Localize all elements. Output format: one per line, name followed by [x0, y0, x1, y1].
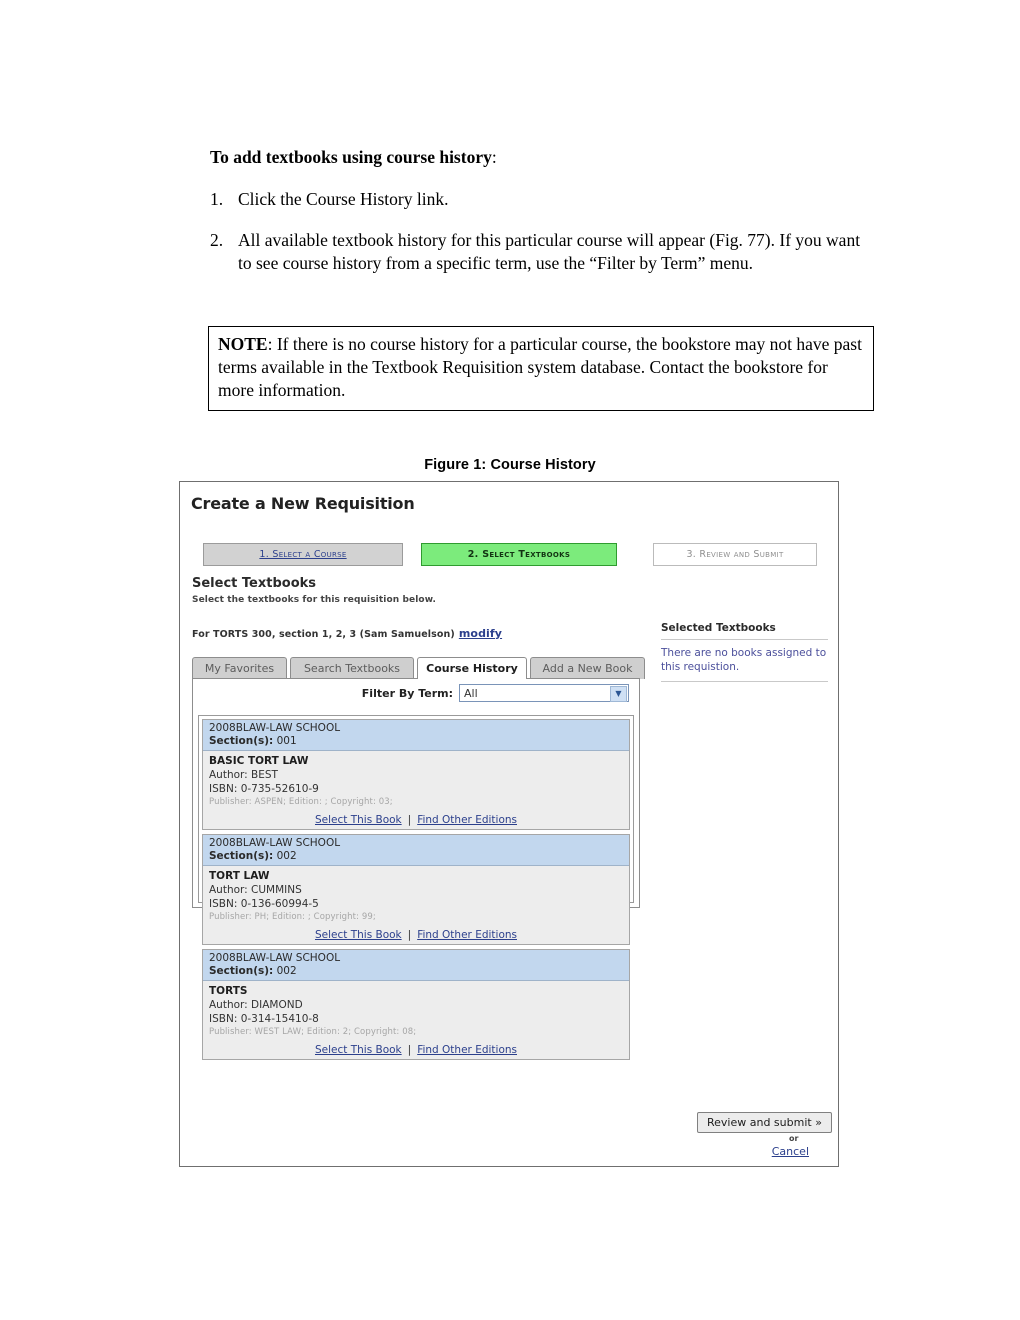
action-separator: | — [407, 1044, 412, 1057]
book-card-header: 2008BLAW-LAW SCHOOL Section(s): 002 — [203, 835, 629, 867]
note-label: NOTE — [218, 334, 268, 354]
filter-by-term-row: Filter By Term: All ▼ — [193, 683, 629, 703]
book-card-actions: Select This Book | Find Other Editions — [203, 925, 629, 944]
book-isbn: ISBN: 0-314-15410-8 — [209, 1012, 319, 1025]
selected-textbooks-panel: Selected Textbooks There are no books as… — [661, 622, 828, 683]
book-author: Author: CUMMINS — [209, 883, 302, 896]
textbook-source-tabs: My Favorites Search Textbooks Course His… — [192, 657, 645, 679]
tab-label: Course History — [426, 662, 518, 675]
book-section-label: Section(s): — [209, 965, 274, 978]
book-isbn: ISBN: 0-136-60994-5 — [209, 897, 319, 910]
action-separator: | — [407, 814, 412, 827]
book-section-label: Section(s): — [209, 735, 274, 748]
figure-caption: Figure 1: Course History — [424, 457, 596, 473]
select-this-book-link[interactable]: Select This Book — [315, 1044, 402, 1056]
tab-label: Add a New Book — [542, 662, 633, 675]
tab-label: My Favorites — [204, 662, 275, 675]
selected-textbooks-title: Selected Textbooks — [661, 622, 776, 634]
book-section-label: Section(s): — [209, 850, 274, 863]
book-card-body: BASIC TORT LAW Author: BEST ISBN: 0-735-… — [203, 751, 629, 810]
wizard-steps: 1. Select a Course 2. Select Textbooks 3… — [203, 543, 817, 566]
screenshot-figure: Create a New Requisition 1. Select a Cou… — [179, 481, 839, 1167]
note-box: NOTE: If there is no course history for … — [208, 326, 874, 412]
book-title: TORT LAW — [209, 870, 270, 883]
divider — [661, 681, 828, 683]
book-card: 2008BLAW-LAW SCHOOL Section(s): 001 BASI… — [202, 719, 630, 831]
book-card-actions: Select This Book | Find Other Editions — [203, 810, 629, 829]
book-card-body: TORT LAW Author: CUMMINS ISBN: 0-136-609… — [203, 866, 629, 925]
chevron-down-icon[interactable]: ▼ — [610, 686, 627, 702]
tab-label: Search Textbooks — [303, 662, 401, 675]
filter-by-term-select[interactable]: All ▼ — [459, 684, 629, 702]
list-item-number: 2. — [210, 230, 224, 251]
book-card: 2008BLAW-LAW SCHOOL Section(s): 002 TORT… — [202, 834, 630, 946]
tab-course-history[interactable]: Course History — [417, 657, 527, 679]
or-label: or — [789, 1134, 799, 1143]
course-context-text: For TORTS 300, section 1, 2, 3 (Sam Samu… — [192, 629, 455, 640]
find-other-editions-link[interactable]: Find Other Editions — [417, 1044, 517, 1056]
selected-textbooks-empty-message: There are no books assigned to this requ… — [661, 647, 827, 674]
course-context: For TORTS 300, section 1, 2, 3 (Sam Samu… — [192, 627, 502, 640]
cancel-link[interactable]: Cancel — [767, 1145, 809, 1158]
list-item-text: Click the Course History link. — [238, 189, 449, 209]
page-title-bold: To add textbooks using course history — [210, 147, 492, 167]
wizard-step-label: 3. Review and Submit — [686, 549, 784, 560]
select-this-book-link[interactable]: Select This Book — [315, 814, 402, 826]
wizard-step-select-course[interactable]: 1. Select a Course — [203, 543, 403, 566]
find-other-editions-link[interactable]: Find Other Editions — [417, 814, 517, 826]
page-title: To add textbooks using course history: — [210, 147, 870, 169]
select-this-book-link[interactable]: Select This Book — [315, 929, 402, 941]
page-title-colon: : — [491, 147, 497, 167]
section-title: Select Textbooks — [192, 576, 317, 591]
book-author: Author: DIAMOND — [209, 999, 303, 1012]
book-section-value: 002 — [276, 850, 297, 863]
book-section-value: 002 — [276, 965, 297, 978]
book-card: 2008BLAW-LAW SCHOOL Section(s): 002 TORT… — [202, 949, 630, 1061]
document-page: To add textbooks using course history: 1… — [0, 0, 1020, 1320]
list-item: 2. All available textbook history for th… — [210, 229, 870, 275]
course-history-panel: Filter By Term: All ▼ 2008BLAW-LAW SCHOO… — [192, 678, 640, 1061]
book-isbn: ISBN: 0-735-52610-9 — [209, 782, 319, 795]
filter-by-term-label: Filter By Term: — [361, 686, 453, 700]
wizard-step-label: 1. Select a Course — [259, 549, 347, 560]
book-card-body: TORTS Author: DIAMOND ISBN: 0-314-15410-… — [203, 981, 629, 1040]
action-separator: | — [407, 929, 412, 942]
list-item-text: All available textbook history for this … — [238, 230, 861, 274]
tab-my-favorites[interactable]: My Favorites — [192, 657, 287, 679]
list-item-number: 1. — [210, 189, 224, 209]
wizard-step-select-textbooks[interactable]: 2. Select Textbooks — [421, 543, 617, 566]
book-card-header: 2008BLAW-LAW SCHOOL Section(s): 002 — [203, 950, 629, 982]
section-subtitle: Select the textbooks for this requisitio… — [192, 595, 437, 605]
book-publisher: Publisher: ASPEN; Edition: ; Copyright: … — [209, 796, 393, 807]
filter-by-term-value: All — [464, 686, 478, 700]
book-title: TORTS — [209, 985, 248, 998]
book-card-actions: Select This Book | Find Other Editions — [203, 1040, 629, 1059]
book-card-header: 2008BLAW-LAW SCHOOL Section(s): 001 — [203, 720, 629, 752]
course-history-book-list[interactable]: 2008BLAW-LAW SCHOOL Section(s): 001 BASI… — [198, 715, 634, 1061]
find-other-editions-link[interactable]: Find Other Editions — [417, 929, 517, 941]
modify-link[interactable]: modify — [459, 627, 502, 640]
review-and-submit-button[interactable]: Review and submit » — [697, 1112, 832, 1133]
tab-add-a-new-book[interactable]: Add a New Book — [530, 657, 645, 679]
instruction-list: 1. Click the Course History link. 2. All… — [210, 188, 870, 293]
book-term: 2008BLAW-LAW SCHOOL — [209, 722, 341, 734]
note-text: : If there is no course history for a pa… — [218, 334, 862, 401]
wizard-step-label: 2. Select Textbooks — [467, 549, 571, 560]
tab-search-textbooks[interactable]: Search Textbooks — [290, 657, 414, 679]
book-publisher: Publisher: WEST LAW; Edition: 2; Copyrig… — [209, 1026, 417, 1037]
wizard-step-review-submit[interactable]: 3. Review and Submit — [653, 543, 817, 566]
book-section-value: 001 — [276, 735, 297, 748]
book-term: 2008BLAW-LAW SCHOOL — [209, 952, 341, 965]
list-item: 1. Click the Course History link. — [210, 188, 870, 211]
book-term: 2008BLAW-LAW SCHOOL — [209, 837, 341, 850]
book-publisher: Publisher: PH; Edition: ; Copyright: 99; — [209, 911, 376, 922]
book-title: BASIC TORT LAW — [209, 755, 309, 768]
book-author: Author: BEST — [209, 768, 278, 781]
app-title: Create a New Requisition — [191, 494, 415, 513]
